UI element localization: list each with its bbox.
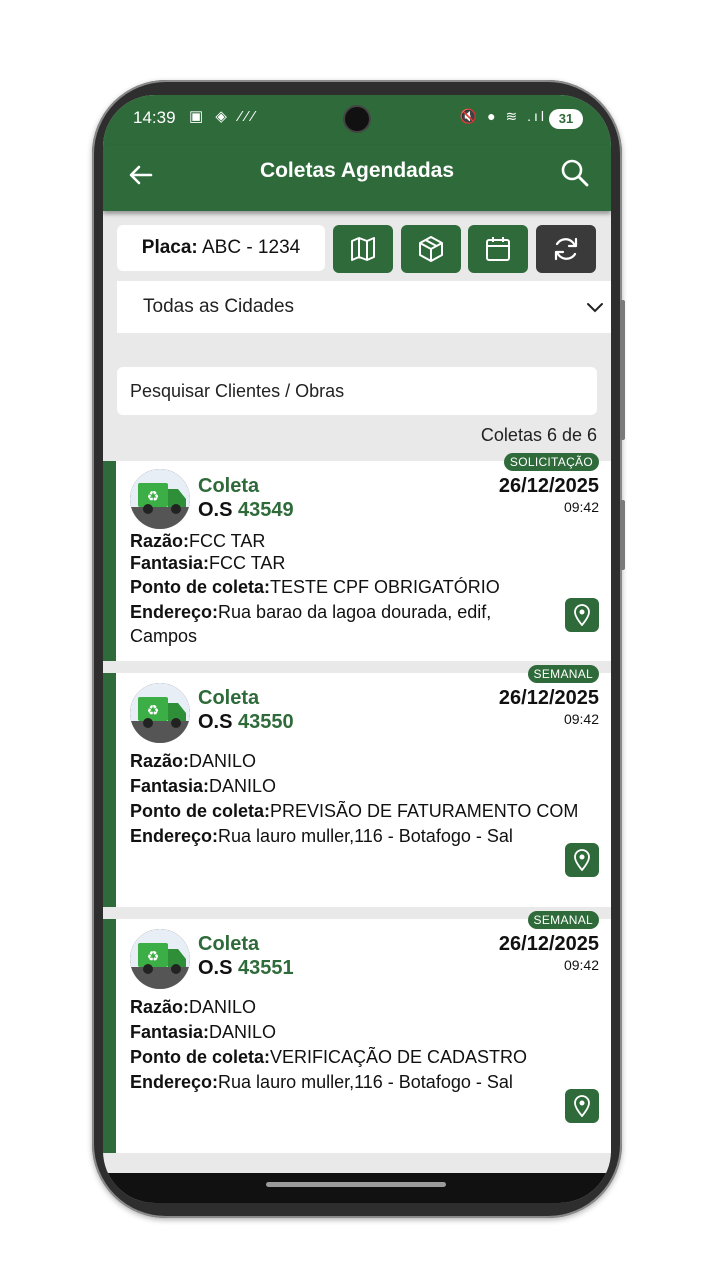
- results-count: Coletas 6 de 6: [480, 425, 597, 445]
- search-icon[interactable]: [559, 157, 591, 189]
- calendar-icon: [486, 237, 510, 261]
- truck-avatar-icon: ♻: [130, 929, 190, 989]
- endereco-row: Endereço:Rua lauro muller,116 - Botafogo…: [130, 1072, 513, 1092]
- system-nav-bar: [103, 1173, 611, 1203]
- svg-text:♻: ♻: [147, 948, 160, 964]
- status-badge: SEMANAL: [527, 911, 599, 929]
- battery-icon: 31: [549, 109, 583, 129]
- package-button[interactable]: [401, 225, 461, 273]
- home-gesture-handle[interactable]: [266, 1182, 446, 1187]
- card-title: Coleta: [198, 687, 260, 709]
- location-pin-button[interactable]: [565, 598, 599, 632]
- phone-screen: 14:39 ▣ ◈ ⁄⁄⁄ 🔇 ● ≋ .ıl 31 Coletas Agend…: [103, 95, 611, 1203]
- fantasia-row: Fantasia:DANILO: [130, 776, 277, 796]
- placa-label: Placa:: [141, 237, 198, 258]
- refresh-button[interactable]: [536, 225, 596, 273]
- status-badge: SEMANAL: [527, 665, 599, 683]
- card-os: O.S 43549: [198, 499, 294, 521]
- search-input[interactable]: Pesquisar Clientes / Obras: [117, 367, 597, 415]
- front-camera: [345, 107, 369, 131]
- endereco-row: Endereço:Rua lauro muller,116 - Botafogo…: [130, 826, 513, 846]
- box-icon: [419, 236, 443, 262]
- status-badge: SOLICITAÇÃO: [503, 453, 599, 471]
- card-date: 26/12/2025: [498, 475, 599, 497]
- fantasia-row: Fantasia:DANILO: [130, 1022, 277, 1042]
- location-pin-icon: [574, 849, 590, 871]
- main-content: Placa: ABC - 1234 Todas as Cidades Pesqu…: [103, 211, 611, 1203]
- ponto-row: Ponto de coleta:PREVISÃO DE FATURAMENTO …: [130, 801, 579, 821]
- svg-text:♻: ♻: [147, 702, 160, 718]
- card-date: 26/12/2025: [498, 933, 599, 955]
- calendar-button[interactable]: [468, 225, 528, 273]
- coleta-card[interactable]: SEMANAL ♻ Coleta O.S 43550 26/12/2025 09…: [103, 665, 611, 907]
- svg-text:♻: ♻: [147, 488, 160, 504]
- location-pin-button[interactable]: [565, 1089, 599, 1123]
- card-title: Coleta: [198, 933, 260, 955]
- card-time: 09:42: [563, 499, 599, 515]
- status-time: 14:39: [133, 108, 176, 127]
- app-bar: Coletas Agendadas: [103, 145, 611, 211]
- vehicle-plate: Placa: ABC - 1234: [117, 225, 325, 271]
- truck-avatar-icon: ♻: [130, 683, 190, 743]
- refresh-icon: [554, 237, 578, 261]
- card-time: 09:42: [563, 711, 599, 727]
- city-select[interactable]: Todas as Cidades: [117, 281, 611, 333]
- location-pin-icon: [574, 1095, 590, 1117]
- fantasia-row: Fantasia:FCC TAR: [130, 553, 286, 573]
- os-number: 43550: [238, 711, 294, 733]
- map-icon: [351, 237, 375, 261]
- chevron-down-icon: [587, 303, 603, 313]
- volume-button: [620, 300, 625, 440]
- ponto-row: Ponto de coleta:VERIFICAÇÃO DE CADASTRO: [130, 1047, 528, 1067]
- razao-row: Razão:DANILO: [130, 997, 257, 1017]
- os-number: 43549: [238, 499, 294, 521]
- location-pin-button[interactable]: [565, 843, 599, 877]
- card-os: O.S 43551: [198, 957, 294, 979]
- coleta-card[interactable]: SOLICITAÇÃO ♻ Coleta O.S 43549 26/12/202…: [103, 453, 611, 661]
- card-title: Coleta: [198, 475, 260, 497]
- razao-row: Razão:FCC TAR: [130, 531, 266, 551]
- truck-avatar-icon: ♻: [130, 469, 190, 529]
- page-title: Coletas Agendadas: [259, 159, 455, 182]
- coleta-card[interactable]: SEMANAL ♻ Coleta O.S 43551 26/12/2025 09…: [103, 911, 611, 1153]
- endereco-row: Endereço:Rua barao da lagoa dourada, edi…: [130, 602, 492, 646]
- status-notification-icons: ▣ ◈ ⁄⁄⁄: [189, 108, 259, 125]
- location-pin-icon: [574, 604, 590, 626]
- status-system-icons: 🔇 ● ≋ .ıl: [459, 108, 547, 124]
- card-os: O.S 43550: [198, 711, 294, 733]
- card-time: 09:42: [563, 957, 599, 973]
- os-number: 43551: [238, 957, 294, 979]
- city-select-value: Todas as Cidades: [143, 296, 295, 317]
- search-placeholder: Pesquisar Clientes / Obras: [130, 381, 345, 401]
- status-bar: 14:39 ▣ ◈ ⁄⁄⁄ 🔇 ● ≋ .ıl 31: [103, 95, 611, 145]
- card-date: 26/12/2025: [498, 687, 599, 709]
- ponto-row: Ponto de coleta:TESTE CPF OBRIGATÓRIO: [130, 577, 500, 597]
- placa-value: ABC - 1234: [201, 237, 301, 258]
- power-button: [620, 500, 625, 570]
- razao-row: Razão:DANILO: [130, 751, 257, 771]
- map-button[interactable]: [333, 225, 393, 273]
